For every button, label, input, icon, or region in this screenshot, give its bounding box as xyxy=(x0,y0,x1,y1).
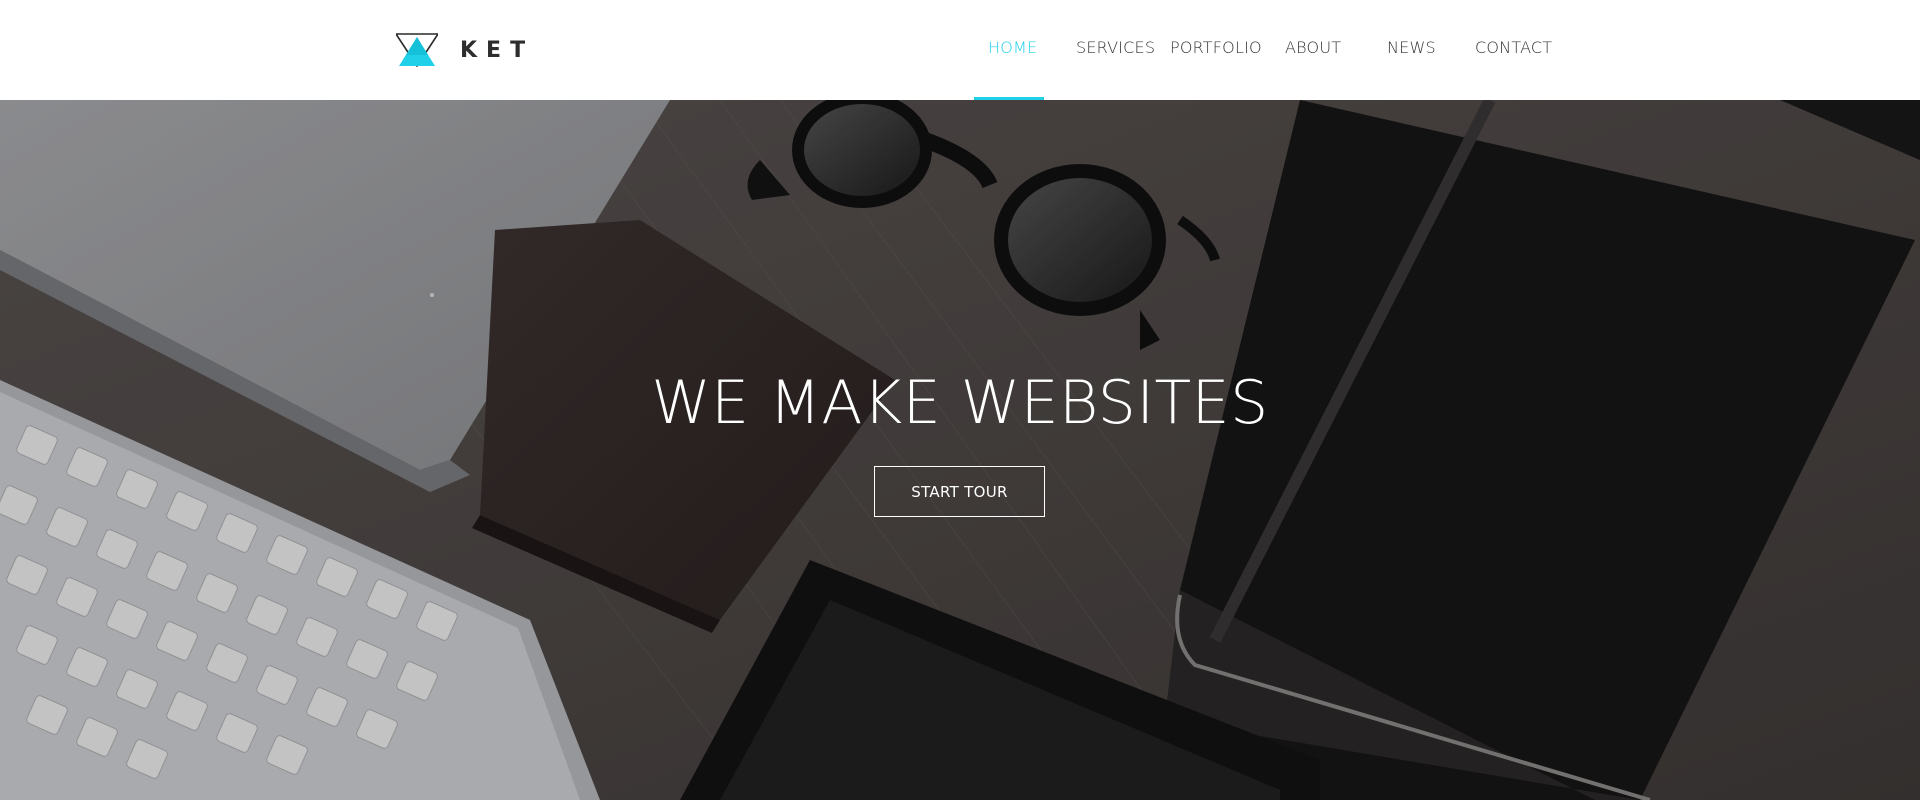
nav-contact[interactable]: CONTACT xyxy=(1475,38,1552,57)
active-nav-indicator xyxy=(974,97,1044,100)
nav-news[interactable]: NEWS xyxy=(1387,38,1436,57)
nav-home[interactable]: HOME xyxy=(988,38,1037,57)
main-nav: HOME SERVICES PORTFOLIO ABOUT NEWS CONTA… xyxy=(0,0,1920,100)
hero-background-image xyxy=(0,100,1920,800)
hero-title: WE MAKE WEBSITES xyxy=(651,368,1269,438)
hero-section: WE MAKE WEBSITES START TOUR xyxy=(0,100,1920,800)
nav-portfolio[interactable]: PORTFOLIO xyxy=(1170,38,1262,57)
start-tour-button[interactable]: START TOUR xyxy=(874,466,1045,517)
nav-services[interactable]: SERVICES xyxy=(1076,38,1155,57)
site-header: KET HOME SERVICES PORTFOLIO ABOUT NEWS C… xyxy=(0,0,1920,100)
nav-about[interactable]: ABOUT xyxy=(1285,38,1341,57)
hero-overlay xyxy=(0,100,1920,800)
